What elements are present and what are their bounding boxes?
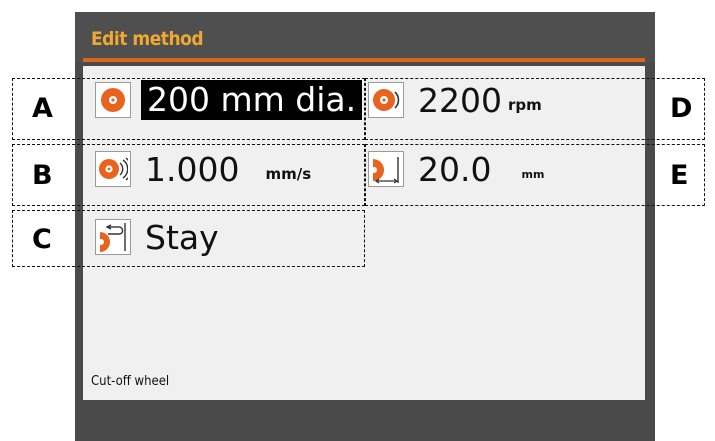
cut-distance-unit: mm	[521, 167, 545, 181]
wheel-speed-unit: rpm	[507, 96, 542, 114]
callout-letter-d: D	[670, 93, 693, 124]
feed-speed-unit: mm/s	[265, 165, 312, 183]
callout-letter-a: A	[32, 93, 53, 124]
window-title: Edit method	[91, 28, 204, 50]
end-position-value: Stay	[145, 217, 219, 257]
wheel-feed-icon	[95, 151, 131, 187]
wheel-diameter-field[interactable]: 200 mm dia.	[95, 78, 363, 122]
feed-speed-value: 1.000	[145, 149, 240, 189]
callout-letter-b: B	[32, 160, 53, 191]
feed-speed-field[interactable]: 1.000 mm/s	[95, 147, 311, 191]
wheel-speed-field[interactable]: 2200 rpm	[368, 78, 542, 122]
callout-letter-c: C	[32, 224, 52, 255]
bottom-bar	[75, 400, 655, 441]
wheel-speed-value: 2200	[418, 80, 502, 120]
title-bar: Edit method	[75, 12, 655, 62]
callout-letter-e: E	[670, 160, 689, 191]
method-panel: 200 mm dia. 2200 rpm 1.000 mm/s 20.0 mm …	[83, 66, 645, 400]
wheel-diameter-value: 200 mm dia.	[141, 80, 363, 120]
wheel-icon	[95, 82, 131, 118]
wheel-rotation-icon	[368, 82, 404, 118]
wheel-distance-icon	[368, 151, 404, 187]
cut-distance-value: 20.0	[418, 149, 492, 189]
wheel-return-icon	[95, 219, 131, 255]
wheel-type-label: Cut-off wheel	[91, 374, 170, 389]
title-divider	[83, 58, 645, 62]
device-screen: Edit method 200 mm dia. 2200 rpm 1.000 m…	[75, 12, 655, 441]
cut-distance-field[interactable]: 20.0 mm	[368, 147, 544, 191]
end-position-field[interactable]: Stay	[95, 215, 219, 259]
